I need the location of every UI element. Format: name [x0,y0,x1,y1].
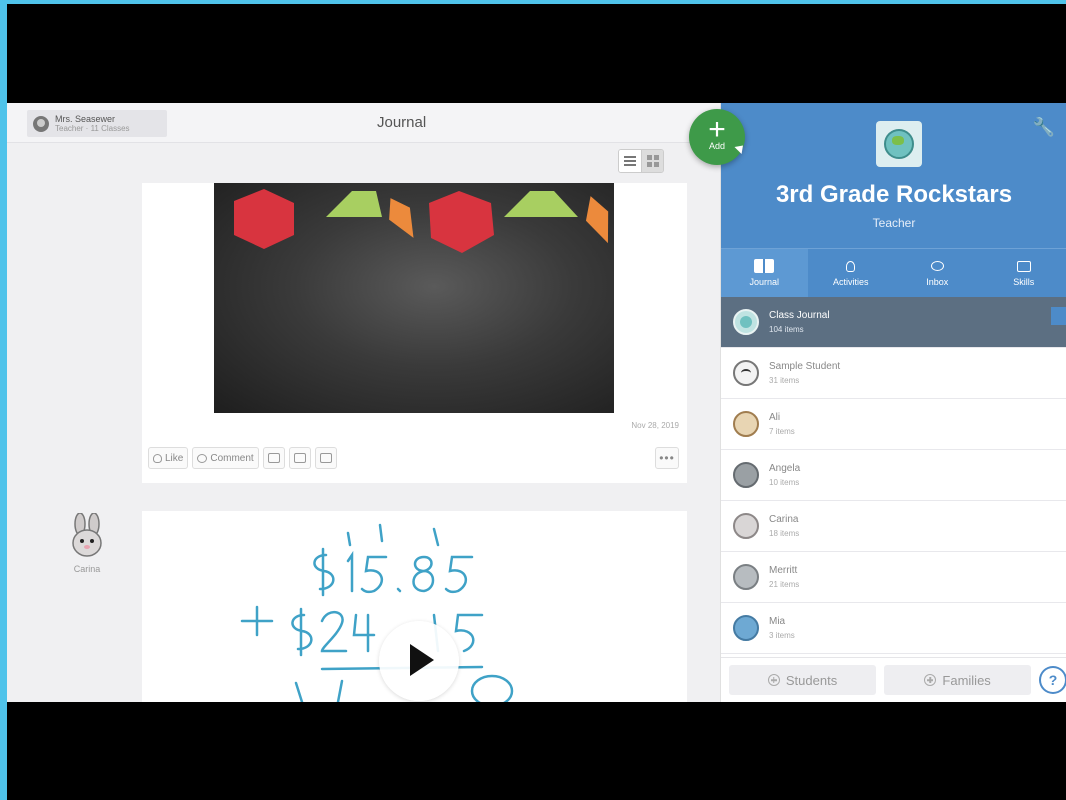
list-item-class-journal[interactable]: Class Journal 104 items [721,297,1066,348]
tag-icon [293,453,306,463]
app-window: Mrs. Seasewer Teacher · 11 Classes Journ… [7,103,1066,702]
tag-button[interactable] [288,447,311,469]
list-item-student[interactable]: Carina 18 items [721,501,1066,552]
video-frame: Mrs. Seasewer Teacher · 11 Classes Journ… [7,4,1066,800]
tab-activities[interactable]: Activities [808,249,895,297]
page-title: Journal [377,114,427,131]
user-name: Mrs. Seasewer [55,113,116,124]
journal-pane: Mrs. Seasewer Teacher · 11 Classes Journ… [7,103,720,702]
comment-icon [197,453,208,463]
class-tabs: Journal Activities Inbox Skills [721,248,1066,297]
item-count: 7 items [769,427,795,436]
pattern-blocks-image [234,189,609,253]
item-count: 104 items [769,325,804,334]
select-checkbox[interactable] [1051,307,1066,325]
cap-icon [1016,260,1031,272]
tab-label: Skills [1013,277,1035,287]
plus-circle-icon [924,674,937,686]
calendar-icon [319,453,332,463]
tab-label: Journal [749,277,780,287]
add-families-button[interactable]: Families [884,665,1032,695]
item-count: 3 items [769,631,795,640]
like-button[interactable]: Like [148,447,189,469]
item-count: 10 items [769,478,800,487]
whale-avatar-icon [733,615,759,641]
student-name: Mia [769,616,786,627]
journal-post: Nov 28, 2019 Like Comment ••• [142,183,687,483]
ghost-avatar-icon [733,360,759,386]
list-item-student[interactable]: Mia 3 items [721,603,1066,654]
add-families-label: Families [942,672,991,688]
like-label: Like [165,452,184,464]
item-count: 31 items [769,376,800,385]
add-students-label: Students [785,672,838,688]
more-options-button[interactable]: ••• [655,447,679,469]
owl-avatar-icon [733,462,759,488]
bunny-avatar-icon [72,512,102,557]
comment-label: Comment [210,452,254,464]
student-name: Merritt [769,565,798,576]
tab-skills[interactable]: Skills [981,249,1066,297]
dog-avatar-icon [733,411,759,437]
item-count: 21 items [769,580,800,589]
tab-label: Activities [832,277,869,287]
list-item-student[interactable]: Sample Student 31 items [721,348,1066,399]
post-author-name: Carina [73,564,101,574]
top-bar: Mrs. Seasewer Teacher · 11 Classes Journ… [7,103,720,143]
student-list: Class Journal 104 items Sample Student 3… [721,297,1066,657]
user-avatar-icon [33,115,49,132]
grid-view-button[interactable] [641,150,663,172]
list-item-student[interactable]: Angela 10 items [721,450,1066,501]
list-icon [624,156,636,166]
plus-circle-icon [767,674,780,686]
robot-avatar-icon [733,564,759,590]
user-subtitle: Teacher · 11 Classes [55,123,130,133]
post-actions: Like Comment [148,447,337,469]
play-video-button[interactable] [379,621,459,701]
bubble-icon [930,261,944,271]
student-name: Carina [769,514,799,525]
video-post [142,511,687,702]
bottom-actions: Students Families ? [721,657,1066,702]
student-name: Class Journal [769,310,830,321]
class-globe-icon [876,121,922,167]
heart-icon [153,453,162,463]
calendar-button[interactable] [314,447,337,469]
add-button[interactable]: + Add [689,109,745,165]
add-students-button[interactable]: Students [729,665,877,695]
student-name: Ali [769,412,781,423]
student-name: Angela [769,463,801,474]
share-icon [267,453,280,463]
list-item-student[interactable]: Ali 7 items [721,399,1066,450]
help-button[interactable]: ? [1039,666,1066,694]
list-view-button[interactable] [619,150,641,172]
class-name: 3rd Grade Rockstars [775,181,1013,208]
post-date: Nov 28, 2019 [631,421,679,430]
tab-journal[interactable]: Journal [721,249,808,297]
class-panel: 🔧 3rd Grade Rockstars Teacher Journal Ac… [720,103,1066,702]
book-icon [754,259,775,273]
share-button[interactable] [262,447,285,469]
post-author[interactable]: Carina [62,512,112,574]
list-item-student[interactable]: Merritt 21 items [721,552,1066,603]
user-switcher[interactable]: Mrs. Seasewer Teacher · 11 Classes [27,110,167,137]
class-header: 🔧 3rd Grade Rockstars Teacher [721,103,1066,248]
comment-button[interactable]: Comment [192,447,259,469]
class-role: Teacher [872,216,916,230]
post-photo[interactable] [214,183,614,413]
grid-icon [646,155,659,167]
settings-wrench-icon[interactable]: 🔧 [1033,117,1055,138]
view-toggle [618,149,664,173]
tab-inbox[interactable]: Inbox [894,249,981,297]
tab-label: Inbox [926,277,949,287]
bunny-avatar-icon [733,513,759,539]
item-count: 18 items [769,529,800,538]
globe-icon [733,309,759,335]
student-name: Sample Student [769,361,841,372]
bulb-icon [846,260,856,272]
